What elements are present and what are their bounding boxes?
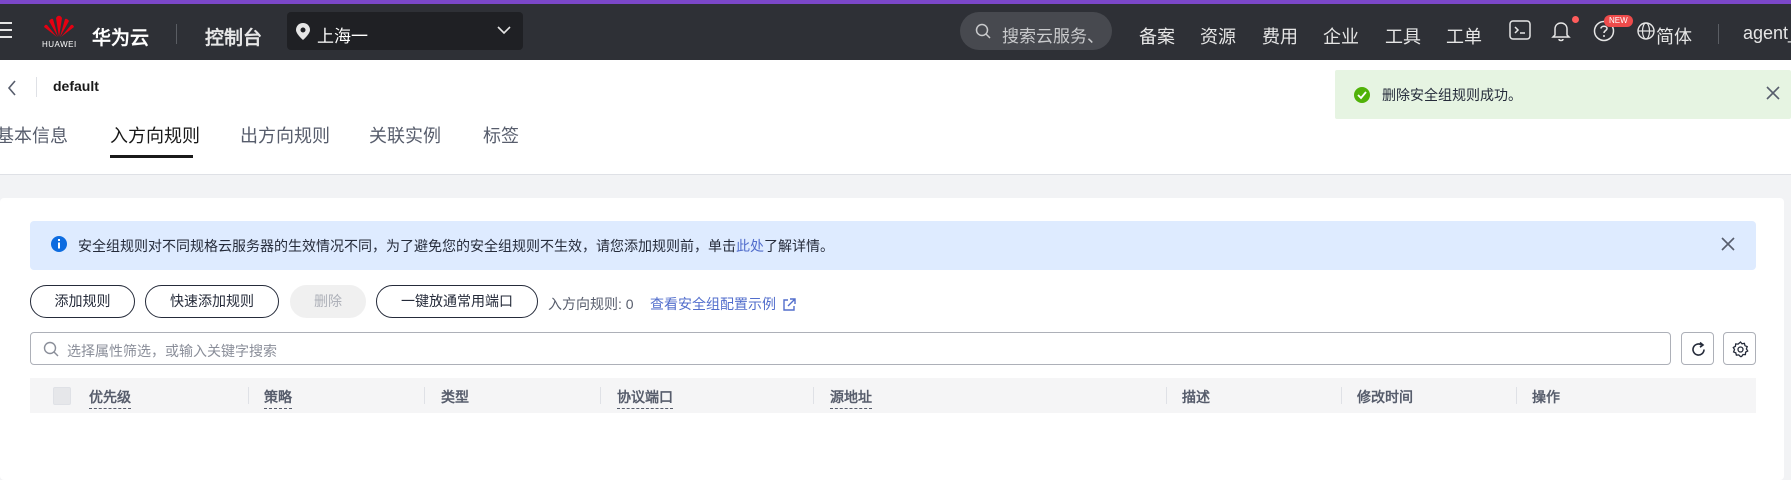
tab-outbound-rules[interactable]: 出方向规则 bbox=[240, 122, 330, 148]
column-action[interactable]: 策略 bbox=[264, 387, 292, 409]
external-link-icon bbox=[783, 298, 796, 311]
quick-add-rule-button[interactable]: 快速添加规则 bbox=[145, 285, 279, 318]
toast-message: 删除安全组规则成功。 bbox=[1382, 87, 1522, 103]
column-divider bbox=[1166, 387, 1167, 404]
filter-search-input[interactable]: 选择属性筛选，或输入关键字搜索 bbox=[30, 332, 1671, 365]
tab-associated-instances[interactable]: 关联实例 bbox=[369, 122, 441, 148]
column-divider bbox=[1516, 387, 1517, 404]
security-group-name: default bbox=[53, 78, 99, 94]
brand-name[interactable]: 华为云 bbox=[92, 23, 149, 50]
divider bbox=[0, 174, 1791, 175]
search-icon bbox=[975, 23, 991, 39]
globe-icon bbox=[1637, 22, 1655, 40]
divider bbox=[1718, 24, 1719, 44]
region-selector[interactable]: 上海一 bbox=[287, 12, 523, 50]
logo-caption: HUAWEI bbox=[42, 40, 77, 49]
column-divider bbox=[813, 387, 814, 404]
column-protocol-port[interactable]: 协议端口 bbox=[617, 387, 673, 409]
add-rule-button[interactable]: 添加规则 bbox=[30, 285, 135, 318]
back-icon[interactable] bbox=[7, 80, 17, 96]
tab-basic-info[interactable]: 基本信息 bbox=[0, 122, 68, 148]
nav-tools[interactable]: 工具 bbox=[1385, 23, 1421, 49]
success-check-icon bbox=[1354, 87, 1370, 103]
top-navbar: HUAWEI 华为云 控制台 上海一 搜索云服务、 备案 资源 费用 企业 工具… bbox=[0, 4, 1791, 60]
select-all-checkbox[interactable] bbox=[53, 387, 71, 405]
config-example-link[interactable]: 查看安全组配置示例 bbox=[650, 294, 796, 314]
chevron-down-icon bbox=[497, 26, 511, 35]
menu-icon[interactable] bbox=[0, 22, 12, 42]
global-search[interactable]: 搜索云服务、 bbox=[960, 12, 1112, 50]
notice-details-link[interactable]: 此处 bbox=[736, 238, 764, 254]
column-priority[interactable]: 优先级 bbox=[89, 387, 131, 409]
tab-tags[interactable]: 标签 bbox=[483, 122, 519, 148]
nav-resources[interactable]: 资源 bbox=[1200, 23, 1236, 49]
column-divider bbox=[600, 387, 601, 404]
filter-placeholder: 选择属性筛选，或输入关键字搜索 bbox=[67, 343, 277, 359]
column-modified-time: 修改时间 bbox=[1357, 389, 1413, 405]
open-common-ports-button[interactable]: 一键放通常用端口 bbox=[376, 285, 538, 318]
inbound-rule-count: 入方向规则: 0 bbox=[548, 296, 634, 312]
bell-icon[interactable] bbox=[1551, 20, 1571, 42]
huawei-logo[interactable]: HUAWEI bbox=[42, 14, 76, 54]
refresh-button[interactable] bbox=[1681, 332, 1714, 365]
column-operation: 操作 bbox=[1532, 389, 1560, 405]
tab-inbound-rules[interactable]: 入方向规则 bbox=[110, 122, 200, 148]
search-placeholder: 搜索云服务、 bbox=[1002, 27, 1104, 46]
info-notice: 安全组规则对不同规格云服务器的生效情况不同，为了避免您的安全组规则不生效，请您添… bbox=[30, 221, 1756, 270]
gear-icon bbox=[1732, 341, 1749, 358]
close-icon[interactable] bbox=[1765, 85, 1781, 101]
active-tab-indicator bbox=[110, 155, 193, 158]
user-menu[interactable]: agent_ bbox=[1743, 23, 1791, 44]
config-example-link-label: 查看安全组配置示例 bbox=[650, 296, 776, 312]
nav-billing[interactable]: 费用 bbox=[1262, 23, 1298, 49]
terminal-icon[interactable] bbox=[1509, 20, 1531, 40]
nav-tickets[interactable]: 工单 bbox=[1446, 23, 1482, 49]
notice-text-before: 安全组规则对不同规格云服务器的生效情况不同，为了避免您的安全组规则不生效，请您添… bbox=[78, 238, 736, 254]
column-description: 描述 bbox=[1182, 389, 1210, 405]
tab-bar: 基本信息 入方向规则 出方向规则 关联实例 标签 bbox=[0, 122, 600, 162]
new-badge: NEW bbox=[1604, 15, 1633, 27]
region-label: 上海一 bbox=[317, 27, 368, 46]
rules-card: 安全组规则对不同规格云服务器的生效情况不同，为了避免您的安全组规则不生效，请您添… bbox=[0, 198, 1784, 480]
success-toast: 删除安全组规则成功。 bbox=[1335, 70, 1791, 119]
divider bbox=[176, 24, 177, 44]
nav-beian[interactable]: 备案 bbox=[1139, 23, 1175, 49]
search-icon bbox=[43, 341, 59, 357]
notice-text: 安全组规则对不同规格云服务器的生效情况不同，为了避免您的安全组规则不生效，请您添… bbox=[78, 236, 834, 256]
notification-dot bbox=[1572, 16, 1579, 23]
divider bbox=[36, 77, 37, 97]
column-type: 类型 bbox=[441, 389, 469, 405]
close-icon[interactable] bbox=[1721, 237, 1735, 251]
column-divider bbox=[248, 387, 249, 404]
nav-enterprise[interactable]: 企业 bbox=[1323, 23, 1359, 49]
refresh-icon bbox=[1692, 341, 1705, 356]
column-source[interactable]: 源地址 bbox=[830, 387, 872, 409]
notice-text-after: 了解详情。 bbox=[764, 238, 834, 254]
location-pin-icon bbox=[296, 23, 310, 40]
column-divider bbox=[424, 387, 425, 404]
info-icon bbox=[51, 236, 67, 252]
delete-button[interactable]: 删除 bbox=[290, 285, 366, 318]
column-divider bbox=[1341, 387, 1342, 404]
table-header: 优先级 策略 类型 协议端口 源地址 描述 修改时间 操作 bbox=[30, 378, 1756, 413]
language-switch[interactable]: 简体 bbox=[1656, 23, 1692, 49]
table-settings-button[interactable] bbox=[1723, 332, 1756, 365]
console-link[interactable]: 控制台 bbox=[205, 23, 262, 50]
